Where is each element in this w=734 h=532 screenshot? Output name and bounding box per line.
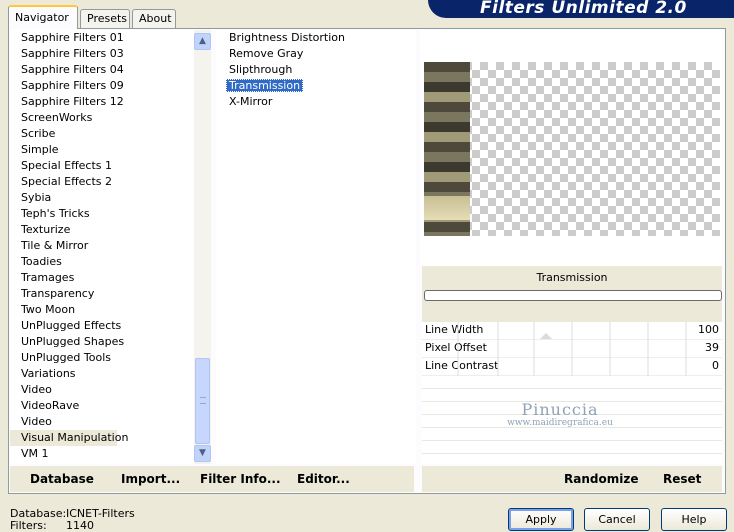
cancel-button[interactable]: Cancel (584, 508, 650, 531)
app-title-banner: Filters Unlimited 2.0 (428, 0, 734, 18)
empty-param-row (422, 376, 722, 389)
filter-item[interactable]: Slipthrough (216, 62, 416, 78)
category-item[interactable]: Sapphire Filters 09 (10, 78, 195, 94)
status-filters-value: 1140 (66, 519, 94, 532)
scroll-thumb[interactable] (195, 358, 210, 444)
category-item[interactable]: Toadies (10, 254, 195, 270)
category-item[interactable]: Sybia (10, 190, 195, 206)
apply-button[interactable]: Apply (508, 508, 574, 531)
empty-param-row (422, 428, 722, 441)
filter-item[interactable]: Transmission (216, 78, 416, 94)
param-row-line-contrast[interactable]: Line Contrast 0 (422, 358, 722, 376)
filter-item-label: X-Mirror (229, 95, 273, 108)
scroll-down-button[interactable]: ▼ (194, 445, 211, 462)
param-value: 39 (705, 341, 719, 354)
category-item[interactable]: Transparency (10, 286, 195, 302)
category-item[interactable]: Sapphire Filters 04 (10, 62, 195, 78)
tab-bar: Navigator Presets About (6, 4, 426, 29)
category-scrollbar[interactable]: ▲ ▼ (194, 30, 211, 464)
category-item[interactable]: Variations (10, 366, 195, 382)
category-item[interactable]: Visual Manipulation (10, 430, 128, 446)
category-item[interactable]: Two Moon (10, 302, 195, 318)
parameter-list: Line Width 100 Pixel Offset 39 Line Cont… (422, 322, 722, 464)
filter-item-label: Brightness Distortion (229, 31, 345, 44)
list-button-bar: Database Import... Filter Info... Editor… (10, 466, 414, 492)
category-item[interactable]: Special Effects 2 (10, 174, 195, 190)
param-value: 0 (712, 359, 719, 372)
param-label: Pixel Offset (425, 341, 487, 354)
param-row-pixel-offset[interactable]: Pixel Offset 39 (422, 340, 722, 358)
preview-content-band (424, 196, 470, 220)
category-item[interactable]: VideoRave (10, 398, 195, 414)
category-item[interactable]: Video (10, 414, 195, 430)
tab-about[interactable]: About (132, 9, 176, 28)
import-button[interactable]: Import... (121, 472, 180, 486)
filter-item-label: Slipthrough (229, 63, 293, 76)
filter-list[interactable]: Brightness Distortion Remove Gray Slipthro… (216, 30, 416, 464)
status-filters-label: Filters: (10, 519, 47, 532)
filter-title: Transmission (536, 271, 608, 284)
watermark-url: www.maidiregrafica.eu (507, 418, 613, 428)
filter-info-button[interactable]: Filter Info... (200, 472, 281, 486)
randomize-button[interactable]: Randomize (564, 472, 638, 486)
category-item[interactable]: Tramages (10, 270, 195, 286)
filter-item[interactable]: Remove Gray (216, 46, 416, 62)
category-item[interactable]: Sapphire Filters 01 (10, 30, 195, 46)
filter-item-label: Remove Gray (229, 47, 304, 60)
tab-presets[interactable]: Presets (80, 9, 130, 28)
category-item[interactable]: UnPlugged Shapes (10, 334, 195, 350)
empty-param-row (422, 441, 722, 454)
category-item[interactable]: Texturize (10, 222, 195, 238)
filter-button-bar: Randomize Reset (422, 466, 722, 492)
category-item[interactable]: Video (10, 382, 195, 398)
param-label: Line Width (425, 323, 484, 336)
category-item[interactable]: Sapphire Filters 12 (10, 94, 195, 110)
database-button[interactable]: Database (30, 472, 94, 486)
category-item[interactable]: Special Effects 1 (10, 158, 195, 174)
tab-navigator[interactable]: Navigator (8, 5, 78, 29)
filter-title-area: Transmission (422, 266, 722, 322)
reset-button[interactable]: Reset (663, 472, 701, 486)
category-item[interactable]: UnPlugged Tools (10, 350, 195, 366)
category-item[interactable]: Teph's Tricks (10, 206, 195, 222)
param-label: Line Contrast (425, 359, 499, 372)
filter-item[interactable]: Brightness Distortion (216, 30, 416, 46)
category-item[interactable]: Simple (10, 142, 195, 158)
progress-bar (424, 290, 722, 301)
status-area: Database:ICNET-Filters Filters: 1140 (10, 508, 135, 532)
category-item[interactable]: Scribe (10, 126, 195, 142)
param-row-line-width[interactable]: Line Width 100 (422, 322, 722, 340)
editor-button[interactable]: Editor... (297, 472, 350, 486)
help-button[interactable]: Help (661, 508, 727, 531)
category-list[interactable]: Sapphire Filters 01 Sapphire Filters 03 Sa… (10, 30, 195, 464)
watermark-name: Pinuccia (521, 400, 599, 419)
filter-item[interactable]: X-Mirror (216, 94, 416, 110)
category-item[interactable]: UnPlugged Effects (10, 318, 195, 334)
scroll-up-button[interactable]: ▲ (194, 33, 211, 50)
grip-icon (200, 397, 206, 404)
category-item[interactable]: Tile & Mirror (10, 238, 195, 254)
category-item[interactable]: Sapphire Filters 03 (10, 46, 195, 62)
watermark: Pinuccia www.maidiregrafica.eu (480, 400, 640, 428)
category-item[interactable]: VM 1 (10, 446, 195, 462)
filter-item-label: Transmission (226, 79, 304, 92)
param-value: 100 (698, 323, 719, 336)
category-item[interactable]: ScreenWorks (10, 110, 195, 126)
